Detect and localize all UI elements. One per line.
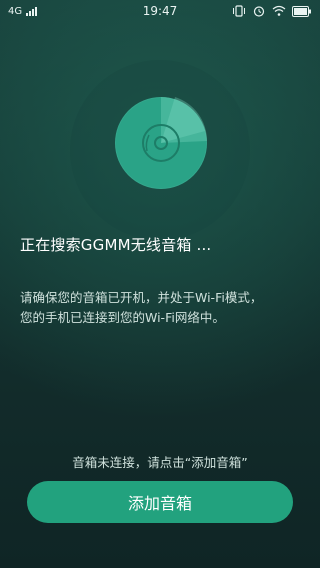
status-time: 19:47: [142, 4, 178, 18]
connection-hint: 音箱未连接，请点击“添加音箱”: [72, 455, 248, 470]
add-speaker-button[interactable]: 添加音箱: [27, 481, 293, 523]
radar-search-icon: [115, 97, 207, 189]
search-title: 正在搜索GGMM无线音箱 ...: [20, 236, 212, 254]
status-bar: 4G 19:47: [0, 0, 320, 22]
description-line-1: 请确保您的音箱已开机，并处于Wi-Fi模式，: [20, 290, 263, 305]
description-line-2: 您的手机已连接到您的Wi-Fi网络中。: [20, 310, 225, 325]
search-description: 请确保您的音箱已开机，并处于Wi-Fi模式， 您的手机已连接到您的Wi-Fi网络…: [20, 288, 310, 328]
